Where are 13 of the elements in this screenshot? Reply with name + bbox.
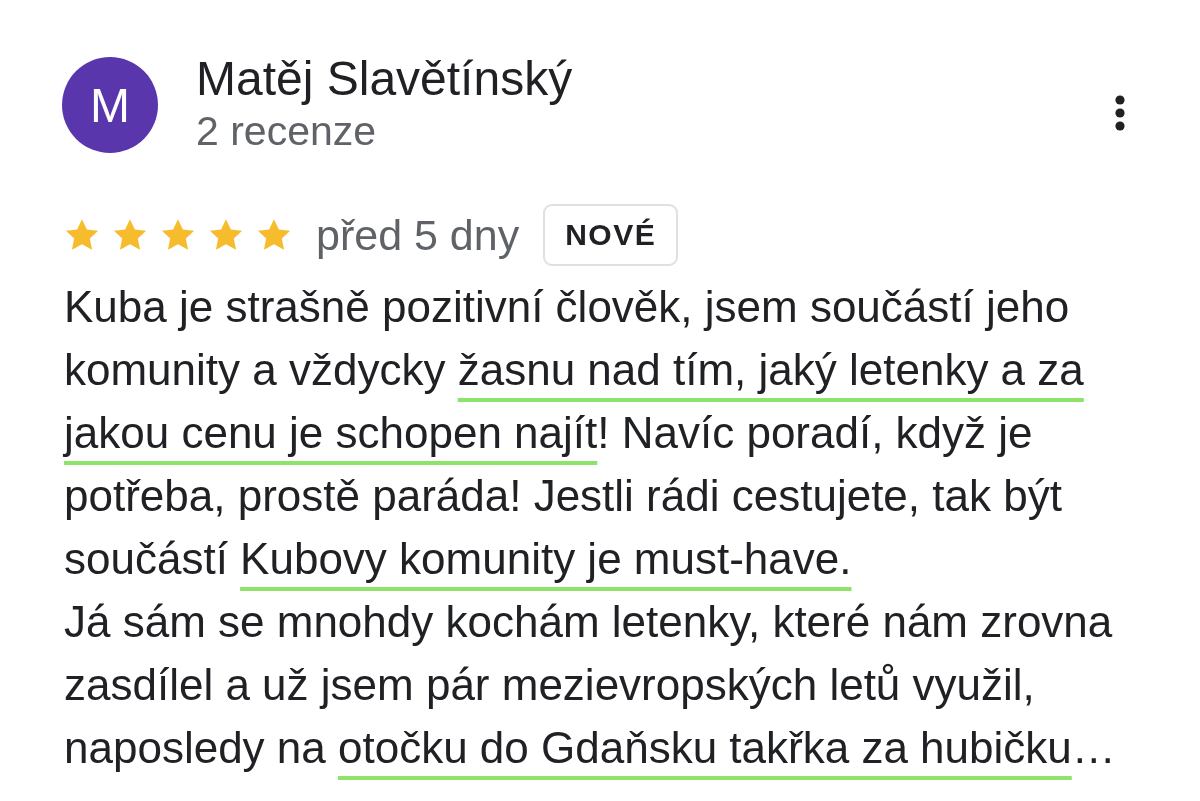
review-text: Kuba je strašně pozitivní člověk, jsem součástí jeho komunity a vždycky žasnu nad tím, jaký letenky a za jakou cenu je schopen najít! Navíc poradí, když je potřeba, prostě paráda! Jestli rádi cestujete, tak být součástí Kubovy komunity je must-have. [64,281,1085,585]
star-icon [256,218,292,252]
avatar: M [62,57,158,153]
more-vertical-icon [1114,95,1126,131]
new-label: NOVÉ [543,204,679,266]
review-count: 2 recenze [196,107,377,155]
star-icon [160,218,196,252]
star-icon [64,218,100,252]
author-name: Matěj Slavětínský [196,52,573,106]
star-icon [112,218,148,252]
star-icon [208,218,244,252]
review-time: před 5 dny [316,210,520,260]
review-text: Já sám se mnohdy kochám letenky, které nám zrovna zasdílel a už jsem pár mezievropských letů využil, naposledy na otočku do Gdaňsku takřka za hubičku… [64,596,1117,774]
